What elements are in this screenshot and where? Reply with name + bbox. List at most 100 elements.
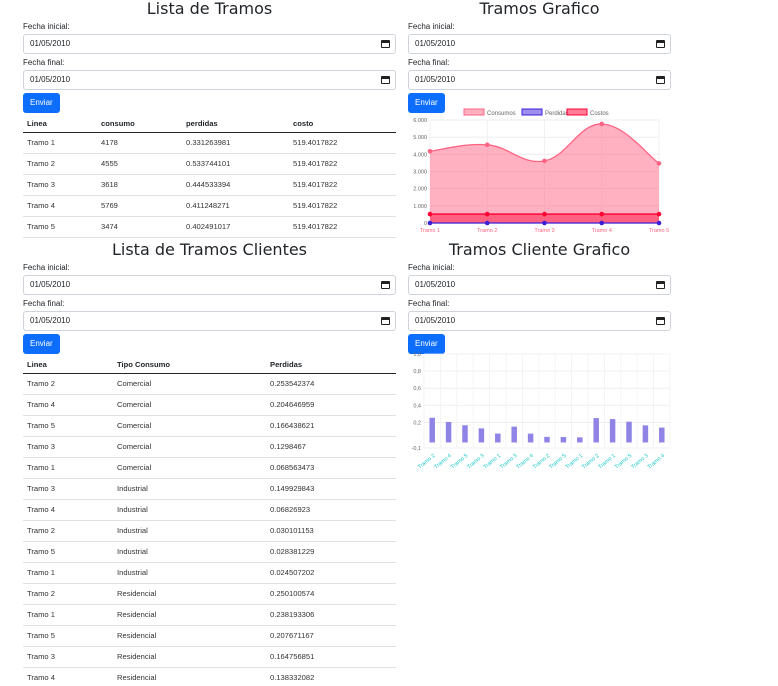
- y-tick-label: 5.000: [413, 135, 427, 141]
- fecha-final-label: Fecha final:: [408, 58, 450, 67]
- x-tick-label: Tramo 5: [548, 453, 567, 471]
- x-tick-label: Tramo 1: [483, 453, 502, 471]
- fecha-final-label: Fecha final:: [23, 58, 65, 67]
- fecha-inicial-label: Fecha inicial:: [23, 263, 70, 272]
- y-tick-label: 1,0: [413, 352, 421, 358]
- cell-tipo-consumo: Residencial: [113, 625, 266, 647]
- data-point: [599, 220, 605, 226]
- data-point: [484, 142, 490, 148]
- cell-linea: Tramo 5: [23, 415, 113, 437]
- cell-perdidas: 0.253542374: [266, 373, 396, 395]
- fecha-inicial-input[interactable]: 01/05/2010: [408, 34, 671, 54]
- cell-perdidas: 0.166438621: [266, 415, 396, 437]
- table-row: Tramo 1 4178 0.331263981 519.4017822: [23, 132, 396, 154]
- cell-linea: Tramo 1: [23, 604, 113, 626]
- fecha-final-input[interactable]: 01/05/2010: [408, 70, 671, 90]
- table-row: Tramo 3 3618 0.444533394 519.4017822: [23, 174, 396, 196]
- bar: [478, 428, 485, 443]
- cell-linea: Tramo 3: [23, 174, 97, 196]
- data-point: [656, 220, 662, 226]
- cell-tipo-consumo: Industrial: [113, 478, 266, 500]
- calendar-icon[interactable]: [656, 281, 665, 289]
- legend-swatch: [521, 108, 543, 116]
- y-tick-label: -0,1: [412, 446, 421, 452]
- cell-linea: Tramo 5: [23, 625, 113, 647]
- cell-linea: Tramo 3: [23, 478, 113, 500]
- bar: [560, 437, 567, 443]
- y-tick-label: 3.000: [413, 170, 427, 176]
- calendar-icon[interactable]: [656, 317, 665, 325]
- fecha-inicial-input[interactable]: 01/05/2010: [408, 275, 671, 295]
- enviar-button[interactable]: Enviar: [23, 93, 60, 113]
- x-tick-label: Tramo 5: [649, 228, 669, 234]
- fecha-inicial-value: 01/05/2010: [415, 39, 456, 48]
- fecha-final-label: Fecha final:: [23, 299, 65, 308]
- cell-linea: Tramo 2: [23, 520, 113, 542]
- fecha-inicial-input[interactable]: 01/05/2010: [23, 275, 396, 295]
- x-tick-label: Tramo 3: [499, 453, 518, 471]
- y-tick-label: 1.000: [413, 204, 427, 210]
- col-consumo: consumo: [97, 115, 182, 133]
- y-tick-label: 2.000: [413, 187, 427, 193]
- cell-costo: 519.4017822: [289, 174, 396, 196]
- cell-tipo-consumo: Industrial: [113, 520, 266, 542]
- fecha-final-input[interactable]: 01/05/2010: [408, 311, 671, 331]
- fecha-inicial-label: Fecha inicial:: [23, 22, 70, 31]
- table-row: Tramo 1 Industrial 0.024507202: [23, 562, 396, 584]
- calendar-icon[interactable]: [381, 281, 390, 289]
- cell-linea: Tramo 4: [23, 394, 113, 416]
- cell-tipo-consumo: Residencial: [113, 646, 266, 668]
- table-row: Tramo 5 Industrial 0.028381229: [23, 541, 396, 563]
- cell-perdidas: 0.028381229: [266, 541, 396, 563]
- x-tick-label: Tramo 1: [597, 453, 616, 471]
- bar: [511, 426, 517, 443]
- x-tick-label: Tramo 3: [630, 453, 649, 471]
- fecha-final-value: 01/05/2010: [415, 316, 456, 325]
- cell-consumo: 3474: [97, 216, 182, 238]
- cell-costo: 519.4017822: [289, 153, 396, 175]
- fecha-inicial-label: Fecha inicial:: [408, 22, 455, 31]
- cell-perdidas: 0.238193306: [266, 604, 396, 626]
- col-costo: costo: [289, 115, 396, 133]
- data-point: [542, 211, 547, 217]
- cell-tipo-consumo: Residencial: [113, 604, 266, 626]
- fecha-final-value: 01/05/2010: [30, 75, 71, 84]
- fecha-final-value: 01/05/2010: [415, 75, 456, 84]
- cell-perdidas: 0.533744101: [182, 153, 289, 175]
- table-header-row: Linea Tipo Consumo Perdidas: [23, 356, 396, 374]
- table-row: Tramo 3 Industrial 0.149929843: [23, 478, 396, 500]
- calendar-icon[interactable]: [656, 76, 665, 84]
- tramos-grafico-panel: Tramos Grafico Fecha inicial: 01/05/2010…: [408, 0, 671, 113]
- x-tick-label: Tramo 4: [515, 453, 534, 471]
- cell-tipo-consumo: Residencial: [113, 667, 266, 686]
- cell-consumo: 3618: [97, 174, 182, 196]
- cell-linea: Tramo 3: [23, 646, 113, 668]
- bar: [577, 437, 583, 443]
- cell-tipo-consumo: Comercial: [113, 373, 266, 395]
- cell-consumo: 4178: [97, 132, 182, 154]
- calendar-icon[interactable]: [381, 76, 390, 84]
- data-point: [656, 161, 662, 166]
- data-point: [484, 220, 490, 226]
- cell-tipo-consumo: Residencial: [113, 583, 266, 605]
- table-row: Tramo 3 Residencial 0.164756851: [23, 646, 396, 668]
- legend-label: Perdidas: [545, 111, 569, 117]
- fecha-final-input[interactable]: 01/05/2010: [23, 311, 396, 331]
- data-point: [542, 158, 547, 164]
- y-tick-label: 4.000: [413, 152, 427, 158]
- cell-linea: Tramo 5: [23, 541, 113, 563]
- clientes-panel: Lista de Tramos Clientes Fecha inicial: …: [23, 241, 396, 686]
- table-row: Tramo 1 Residencial 0.238193306: [23, 604, 396, 626]
- fecha-inicial-value: 01/05/2010: [30, 39, 71, 48]
- fecha-final-input[interactable]: 01/05/2010: [23, 70, 396, 90]
- calendar-icon[interactable]: [381, 317, 390, 325]
- bar: [659, 427, 665, 443]
- fecha-inicial-value: 01/05/2010: [415, 280, 456, 289]
- x-tick-label: Tramo 5: [614, 453, 633, 471]
- data-point: [599, 211, 605, 217]
- enviar-button[interactable]: Enviar: [23, 334, 60, 354]
- calendar-icon[interactable]: [381, 40, 390, 48]
- calendar-icon[interactable]: [656, 40, 665, 48]
- clientes-bar-chart: -0,10,20,40,60,81,0Tramo 2Tramo 4Tramo 5…: [412, 352, 671, 471]
- fecha-inicial-input[interactable]: 01/05/2010: [23, 34, 396, 54]
